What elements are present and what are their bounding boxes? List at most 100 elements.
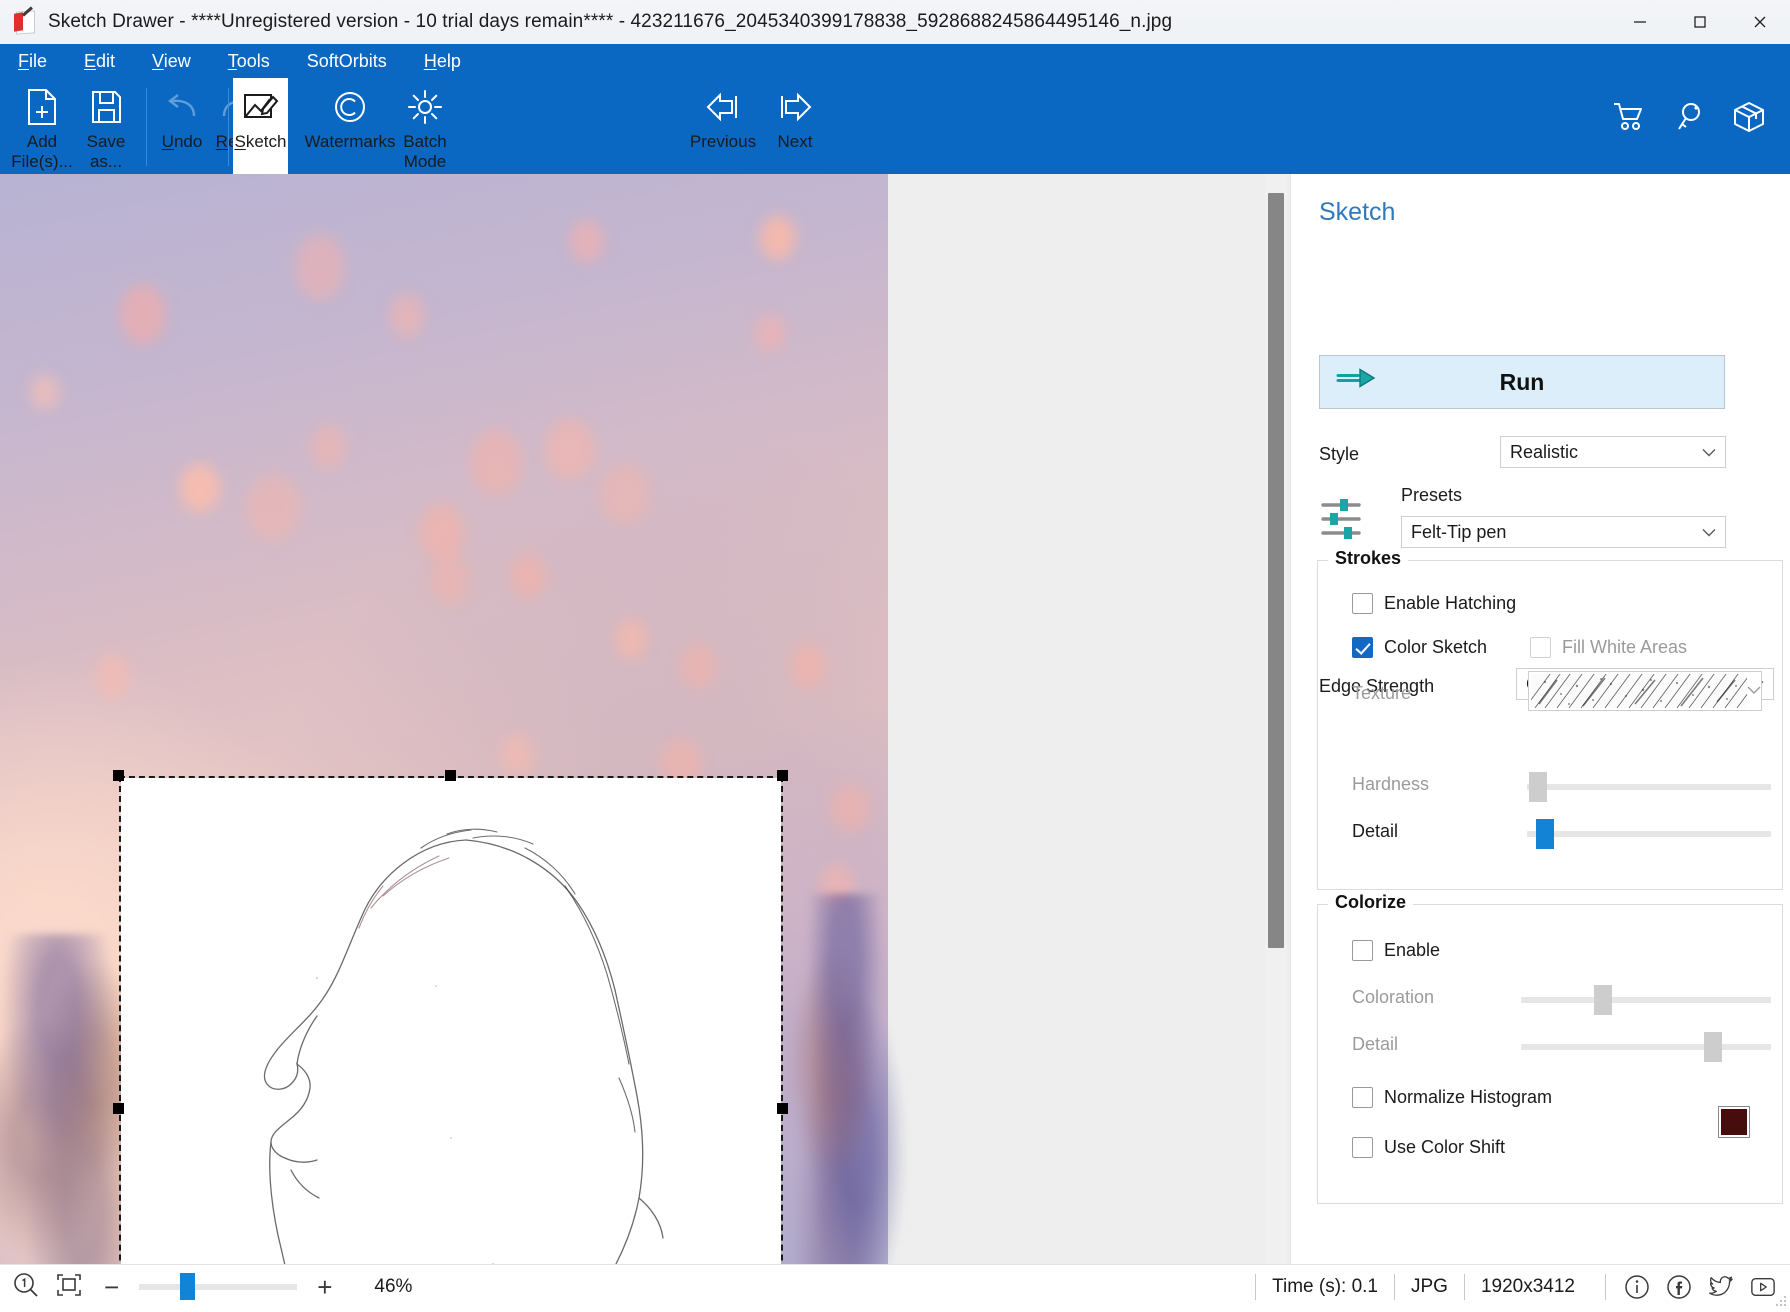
menu-edit[interactable]: Edit — [82, 49, 117, 74]
zoom-percent-value: 46% — [374, 1276, 413, 1297]
canvas-scrollbar-thumb[interactable] — [1268, 193, 1284, 948]
window-resize-grip[interactable] — [1773, 1293, 1787, 1307]
coloration-slider-thumb[interactable] — [1594, 985, 1612, 1015]
colorize-detail-slider[interactable] — [1521, 1032, 1771, 1062]
title-bar: Sketch Drawer - ****Unregistered version… — [0, 0, 1790, 45]
menu-softorbits[interactable]: SoftOrbits — [305, 49, 389, 74]
add-file-icon — [25, 82, 59, 132]
enable-hatching-row[interactable]: Enable Hatching — [1352, 593, 1516, 614]
facebook-icon[interactable] — [1666, 1274, 1692, 1300]
zoom-in-button[interactable]: + — [311, 1274, 338, 1300]
coloration-slider-track — [1521, 997, 1771, 1003]
face-profile-sketch — [263, 828, 664, 1264]
fill-white-areas-checkbox[interactable] — [1530, 637, 1551, 658]
canvas-work-area[interactable] — [0, 174, 1290, 1264]
zoom-out-button[interactable]: − — [98, 1274, 125, 1300]
color-sketch-row[interactable]: Color Sketch — [1352, 637, 1487, 658]
cart-icon[interactable] — [1612, 100, 1646, 134]
image-dimensions: 1920x3412 — [1463, 1274, 1591, 1300]
selection-handle-top-center[interactable] — [445, 770, 456, 781]
hardness-slider-thumb[interactable] — [1529, 772, 1547, 802]
fit-to-window-icon[interactable] — [54, 1272, 84, 1303]
hardness-slider[interactable] — [1527, 772, 1771, 802]
stroke-detail-slider-track — [1527, 831, 1771, 837]
style-select[interactable]: Realistic — [1500, 436, 1726, 468]
run-label: Run — [1499, 368, 1545, 395]
chevron-down-icon — [1702, 522, 1716, 543]
canvas-vertical-scrollbar[interactable] — [1265, 174, 1287, 1264]
twitter-icon[interactable] — [1708, 1274, 1734, 1300]
info-icon[interactable] — [1624, 1274, 1650, 1300]
color-sketch-checkbox[interactable] — [1352, 637, 1373, 658]
key-icon[interactable] — [1672, 100, 1706, 134]
enable-hatching-label: Enable Hatching — [1384, 593, 1517, 613]
run-button[interactable]: Run — [1319, 355, 1725, 409]
strokes-group: Strokes Enable Hatching Color Sketch Fil… — [1317, 548, 1783, 890]
close-button[interactable] — [1730, 0, 1790, 44]
batch-mode-label: Batch Mode — [403, 132, 447, 171]
save-as-label: Save as... — [86, 132, 126, 171]
sketch-label: Sketch — [234, 132, 287, 151]
selection-handle-middle-left[interactable] — [113, 1103, 124, 1114]
fill-white-areas-row[interactable]: Fill White Areas — [1530, 637, 1687, 658]
menu-file[interactable]: FFileile — [16, 49, 49, 74]
enable-hatching-checkbox[interactable] — [1352, 593, 1373, 614]
source-photo — [0, 174, 910, 1264]
sketch-pencil-icon — [242, 82, 280, 132]
use-color-shift-row[interactable]: Use Color Shift — [1352, 1137, 1505, 1158]
presets-select[interactable]: Felt-Tip pen — [1401, 516, 1726, 548]
hardness-label: Hardness — [1352, 774, 1430, 794]
selection-handle-top-right[interactable] — [777, 770, 788, 781]
sliders-icon — [1319, 496, 1363, 547]
zoom-slider-thumb[interactable] — [180, 1273, 196, 1300]
maximize-button[interactable] — [1670, 0, 1730, 44]
sketch-button[interactable]: Sketch — [233, 78, 288, 174]
selection-handle-top-left[interactable] — [113, 770, 124, 781]
box-icon[interactable] — [1732, 100, 1766, 134]
save-as-button[interactable]: Save as... — [72, 78, 140, 174]
zoom-100-icon[interactable] — [12, 1271, 40, 1304]
colorize-detail-label: Detail — [1352, 1034, 1399, 1054]
hardness-slider-track — [1527, 784, 1771, 790]
menu-view[interactable]: View — [150, 49, 193, 74]
undo-label: Undo — [161, 132, 203, 151]
stroke-detail-slider[interactable] — [1527, 819, 1771, 849]
normalize-histogram-checkbox[interactable] — [1352, 1087, 1373, 1108]
status-right: Time (s): 0.1 JPG 1920x3412 — [1255, 1265, 1790, 1309]
zoom-slider[interactable] — [139, 1273, 298, 1300]
sketch-settings-panel: Sketch Style Realistic Presets Felt-Tip … — [1290, 174, 1790, 1264]
menu-help[interactable]: Help — [422, 49, 463, 74]
style-label: Style — [1319, 444, 1360, 464]
add-files-button[interactable]: Add File(s)... — [8, 78, 76, 174]
use-color-shift-checkbox[interactable] — [1352, 1137, 1373, 1158]
copyright-icon — [333, 82, 367, 132]
chevron-down-icon — [1747, 682, 1761, 700]
window-controls — [1610, 0, 1790, 44]
color-shift-swatch[interactable] — [1718, 1106, 1750, 1138]
batch-mode-button[interactable]: Batch Mode — [388, 78, 462, 174]
ribbon-buttons: Add File(s)... Save as... Undo R Sketch … — [0, 78, 1790, 174]
undo-button[interactable]: Undo — [152, 78, 212, 174]
undo-arrow-icon — [164, 82, 200, 132]
menu-tools[interactable]: Tools — [226, 49, 272, 74]
normalize-histogram-label: Normalize Histogram — [1384, 1087, 1553, 1107]
colorize-enable-row[interactable]: Enable — [1352, 940, 1440, 961]
colorize-detail-slider-thumb[interactable] — [1704, 1032, 1722, 1062]
ribbon-separator-1 — [146, 88, 147, 166]
file-format: JPG — [1394, 1274, 1464, 1300]
ribbon: FFileile Edit View Tools SoftOrbits Help — [0, 44, 1790, 174]
minimize-button[interactable] — [1610, 0, 1670, 44]
blurred-flowers-right — [780, 894, 910, 1264]
colorize-enable-checkbox[interactable] — [1352, 940, 1373, 961]
gear-icon — [407, 82, 443, 132]
status-social-icons — [1605, 1274, 1776, 1300]
add-files-label: Add File(s)... — [11, 132, 73, 171]
next-button[interactable]: Next — [755, 78, 835, 174]
normalize-histogram-row[interactable]: Normalize Histogram — [1352, 1087, 1552, 1108]
texture-select[interactable] — [1528, 671, 1762, 711]
stroke-detail-slider-thumb[interactable] — [1536, 819, 1554, 849]
selection-handle-middle-right[interactable] — [777, 1103, 788, 1114]
coloration-slider[interactable] — [1521, 985, 1771, 1015]
save-icon — [89, 82, 123, 132]
previous-arrow-icon — [702, 82, 744, 132]
